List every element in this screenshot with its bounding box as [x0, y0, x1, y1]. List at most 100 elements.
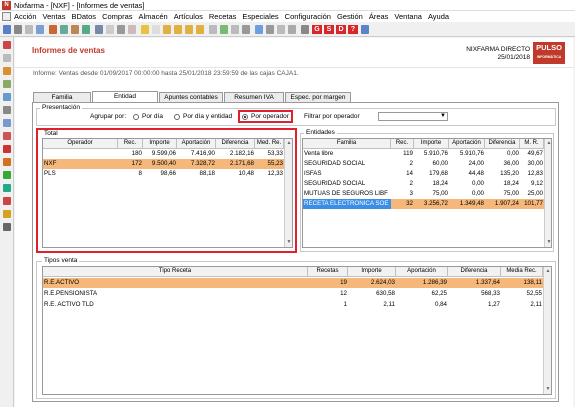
- table-cell[interactable]: 18,24: [485, 179, 520, 189]
- col-aportacion[interactable]: Aportación: [396, 267, 448, 277]
- table-cell[interactable]: 18,24: [414, 179, 449, 189]
- insert-icon[interactable]: [209, 25, 217, 34]
- table-cell[interactable]: MUTUAS DE SEGUROS LIBF: [303, 189, 391, 199]
- tab-espec-margen[interactable]: Espec. por margen: [285, 92, 351, 102]
- scroll-up-icon[interactable]: ▲: [545, 268, 551, 274]
- col-diferencia[interactable]: Diferencia: [448, 267, 501, 277]
- col-diferencia[interactable]: Diferencia: [216, 139, 255, 149]
- print-icon[interactable]: [14, 25, 22, 34]
- table-cell[interactable]: 2,11: [501, 300, 543, 310]
- preview-icon[interactable]: [25, 25, 33, 34]
- col-rec[interactable]: Rec.: [118, 139, 143, 149]
- menu-articulos[interactable]: Artículos: [174, 12, 203, 21]
- s-button[interactable]: S: [324, 25, 334, 34]
- list-icon[interactable]: [95, 25, 103, 34]
- col-tipo-receta[interactable]: Tipo Receta: [43, 267, 308, 277]
- tab-apuntes-contables[interactable]: Apuntes contables: [159, 92, 223, 102]
- sync-icon[interactable]: [3, 184, 11, 192]
- col-familia[interactable]: Familia: [303, 139, 391, 149]
- last-icon[interactable]: [196, 25, 204, 34]
- table-cell[interactable]: 32: [391, 199, 414, 209]
- table-cell[interactable]: 60,00: [414, 159, 449, 169]
- tipos-scrollbar[interactable]: ▲ ▼: [543, 267, 551, 394]
- menu-bdatos[interactable]: BDatos: [71, 12, 96, 21]
- table-cell[interactable]: R.E.PENSIONISTA: [43, 289, 308, 299]
- table-cell[interactable]: 180: [118, 149, 143, 159]
- table-cell[interactable]: 2.182,16: [216, 149, 255, 159]
- tab-resumen-iva[interactable]: Resumen IVA: [224, 92, 284, 102]
- scroll-up-icon[interactable]: ▲: [286, 140, 292, 146]
- settings-icon[interactable]: [242, 25, 250, 34]
- table-cell[interactable]: 75,00: [414, 189, 449, 199]
- radio-por-dia-entidad[interactable]: [174, 114, 180, 120]
- cart-side-icon[interactable]: [3, 67, 11, 75]
- window-menu-icon[interactable]: [2, 12, 11, 21]
- table-cell[interactable]: 30,00: [520, 159, 544, 169]
- menu-ayuda[interactable]: Ayuda: [428, 12, 449, 21]
- table-cell[interactable]: 12,83: [520, 169, 544, 179]
- table-cell[interactable]: 0,00: [449, 189, 485, 199]
- table-cell[interactable]: 5.910,76: [449, 149, 485, 159]
- table-cell[interactable]: R.E. ACTIVO TLD: [43, 300, 308, 310]
- table-cell[interactable]: 2.171,68: [216, 159, 255, 169]
- total-scrollbar[interactable]: ▲ ▼: [284, 139, 292, 247]
- table-cell[interactable]: 52,55: [501, 289, 543, 299]
- mail-icon[interactable]: [255, 25, 263, 34]
- info-icon[interactable]: [361, 25, 369, 34]
- table-cell[interactable]: 1: [308, 300, 348, 310]
- stats-icon[interactable]: [3, 197, 11, 205]
- table-cell[interactable]: 101,77: [520, 199, 544, 209]
- tab-familia[interactable]: Familia: [33, 92, 91, 102]
- col-importe[interactable]: Importe: [348, 267, 396, 277]
- table-cell[interactable]: 7.328,72: [177, 159, 216, 169]
- list-side-icon[interactable]: [3, 223, 11, 231]
- table-cell[interactable]: 1.349,48: [449, 199, 485, 209]
- doc-icon[interactable]: [3, 54, 11, 62]
- table-cell[interactable]: 2: [391, 159, 414, 169]
- col-operador[interactable]: Operador: [43, 139, 118, 149]
- scroll-down-icon[interactable]: ▼: [545, 386, 551, 392]
- copy-icon[interactable]: [60, 25, 68, 34]
- col-recetas[interactable]: Recetas: [308, 267, 348, 277]
- receipt-icon[interactable]: [3, 132, 11, 140]
- sort-icon[interactable]: [128, 25, 136, 34]
- menu-ventas[interactable]: Ventas: [43, 12, 66, 21]
- table-cell[interactable]: 2.624,03: [348, 278, 396, 288]
- menu-accion[interactable]: Acción: [14, 12, 37, 21]
- table-cell[interactable]: 10,48: [216, 169, 255, 179]
- table-cell[interactable]: 12,33: [255, 169, 284, 179]
- table-cell[interactable]: 630,58: [348, 289, 396, 299]
- pharmacy-cross-icon[interactable]: [3, 171, 11, 179]
- col-med-re[interactable]: Med. Re.: [255, 139, 284, 149]
- radio-por-dia[interactable]: [133, 114, 139, 120]
- stock-icon[interactable]: [3, 80, 11, 88]
- prev-icon[interactable]: [174, 25, 182, 34]
- filter-icon[interactable]: [117, 25, 125, 34]
- table-cell[interactable]: 9,12: [520, 179, 544, 189]
- table-cell[interactable]: SEGURIDAD SOCIAL: [303, 159, 391, 169]
- find-icon[interactable]: [106, 25, 114, 34]
- entidades-scrollbar[interactable]: ▲ ▼: [544, 139, 551, 247]
- table-cell[interactable]: NXF: [43, 159, 118, 169]
- table-cell[interactable]: 2,11: [348, 300, 396, 310]
- table-cell[interactable]: SEGURIDAD SOCIAL: [303, 179, 391, 189]
- next-icon[interactable]: [185, 25, 193, 34]
- col-media-rec[interactable]: Media Rec.: [501, 267, 543, 277]
- table-cell[interactable]: 1.286,39: [396, 278, 448, 288]
- table-cell[interactable]: 0,00: [485, 149, 520, 159]
- menu-almacen[interactable]: Almacén: [139, 12, 168, 21]
- table-cell[interactable]: 75,00: [485, 189, 520, 199]
- table-cell[interactable]: 5.910,76: [414, 149, 449, 159]
- table-cell[interactable]: 19: [308, 278, 348, 288]
- first-icon[interactable]: [163, 25, 171, 34]
- tools-icon[interactable]: [301, 25, 309, 34]
- table-cell[interactable]: 55,23: [255, 159, 284, 169]
- menu-recetas[interactable]: Recetas: [209, 12, 237, 21]
- table-cell[interactable]: RECETA ELECTRONICA SOE: [303, 199, 391, 209]
- table-cell[interactable]: 24,00: [449, 159, 485, 169]
- table-cell[interactable]: 9.500,40: [143, 159, 177, 169]
- col-rec[interactable]: Rec.: [391, 139, 414, 149]
- edit-icon[interactable]: [3, 106, 11, 114]
- table-cell[interactable]: 0,84: [396, 300, 448, 310]
- table-cell[interactable]: [43, 149, 118, 159]
